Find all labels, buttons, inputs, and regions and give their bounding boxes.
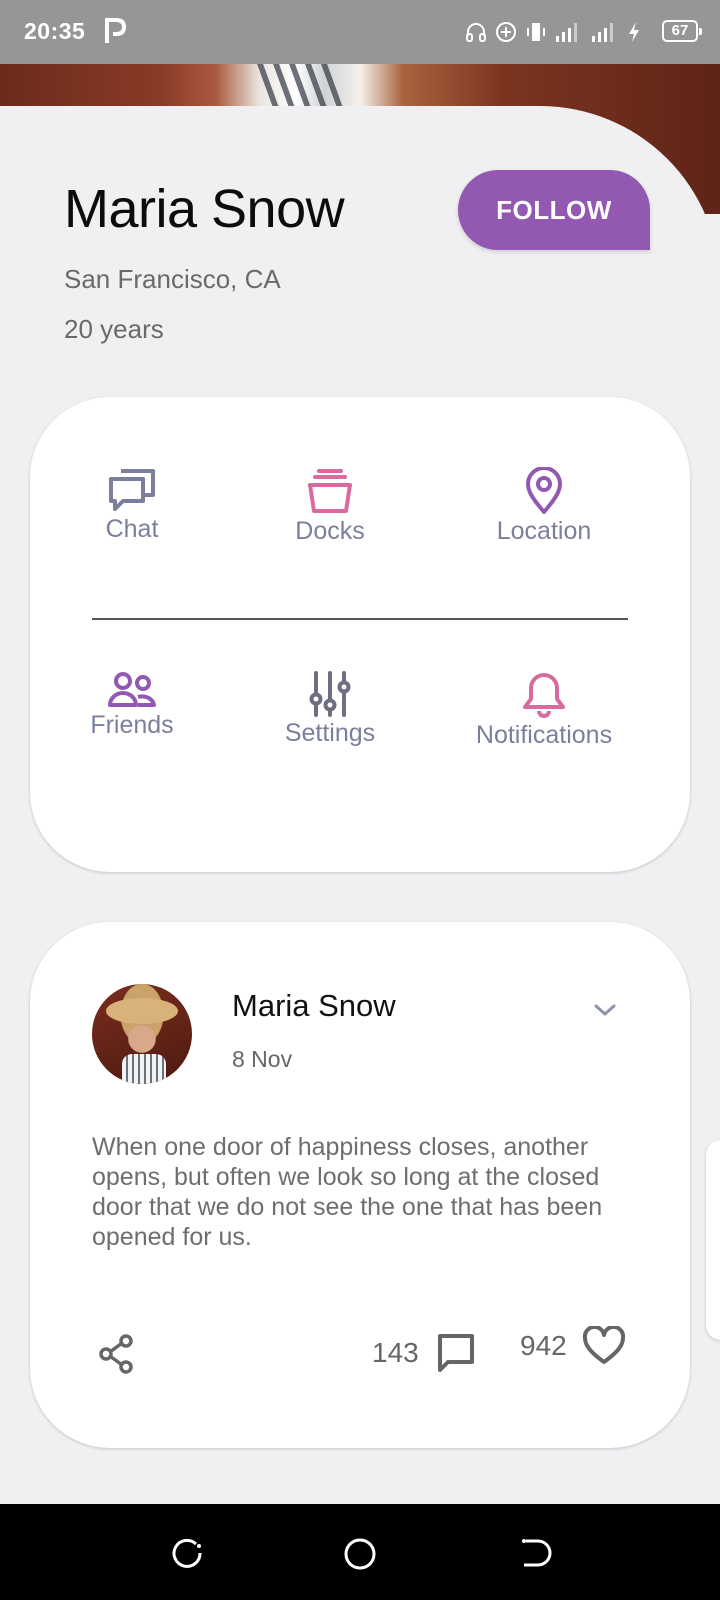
like-count: 942 — [520, 1330, 567, 1361]
menu-item-settings[interactable]: Settings — [230, 671, 430, 748]
location-pin-icon — [526, 467, 562, 514]
menu-card: Chat Docks Location Friends Settings Not… — [30, 397, 690, 872]
sliders-icon — [309, 671, 351, 717]
comment-icon[interactable] — [436, 1332, 476, 1374]
menu-item-chat[interactable]: Chat — [32, 467, 232, 544]
post-author[interactable]: Maria Snow — [232, 988, 396, 1024]
headset-icon — [466, 23, 486, 42]
follow-button[interactable]: FOLLOW — [458, 170, 650, 250]
menu-item-friends[interactable]: Friends — [32, 671, 232, 740]
vibrate-icon — [527, 23, 545, 41]
chevron-down-icon[interactable] — [590, 1000, 620, 1020]
bell-icon — [523, 673, 565, 718]
recent-apps-icon[interactable] — [170, 1536, 204, 1570]
menu-item-label: Docks — [295, 517, 365, 545]
basket-icon — [308, 469, 352, 513]
profile-name: Maria Snow — [64, 179, 345, 239]
menu-item-label: Settings — [284, 719, 376, 747]
avatar[interactable] — [92, 984, 192, 1084]
back-icon[interactable] — [518, 1536, 552, 1570]
menu-item-location[interactable]: Location — [444, 467, 644, 546]
menu-item-notifications[interactable]: Notifications — [444, 671, 644, 750]
comment-count: 143 — [372, 1337, 419, 1368]
navigation-bar — [0, 1504, 720, 1600]
menu-item-docks[interactable]: Docks — [230, 467, 430, 546]
heart-icon[interactable] — [582, 1326, 626, 1366]
post-card: Maria Snow 8 Nov When one door of happin… — [30, 922, 690, 1448]
friends-icon — [108, 672, 156, 707]
chat-icon — [109, 469, 155, 511]
post-text: When one door of happiness closes, anoth… — [92, 1133, 603, 1251]
battery-icon: 67 — [662, 20, 702, 42]
menu-item-label: Chat — [105, 515, 159, 543]
status-time: 20:35 — [24, 18, 86, 44]
post-date: 8 Nov — [232, 1046, 293, 1072]
menu-item-label: Notifications — [475, 721, 613, 749]
home-icon[interactable] — [342, 1536, 378, 1572]
charging-icon — [629, 22, 639, 42]
next-card-peek[interactable] — [706, 1140, 720, 1340]
status-bar: 20:35 67 — [0, 0, 720, 64]
profile-location: San Francisco, CA — [64, 264, 281, 294]
data-saver-icon — [496, 22, 516, 42]
profile-age: 20 years — [64, 314, 164, 344]
signal-icon — [592, 23, 613, 42]
menu-item-label: Location — [496, 517, 592, 545]
share-icon[interactable] — [98, 1334, 134, 1374]
menu-item-label: Friends — [90, 711, 174, 739]
status-icons — [464, 18, 642, 46]
parking-icon — [105, 18, 126, 43]
menu-divider — [92, 618, 628, 620]
signal-icon — [556, 23, 577, 42]
